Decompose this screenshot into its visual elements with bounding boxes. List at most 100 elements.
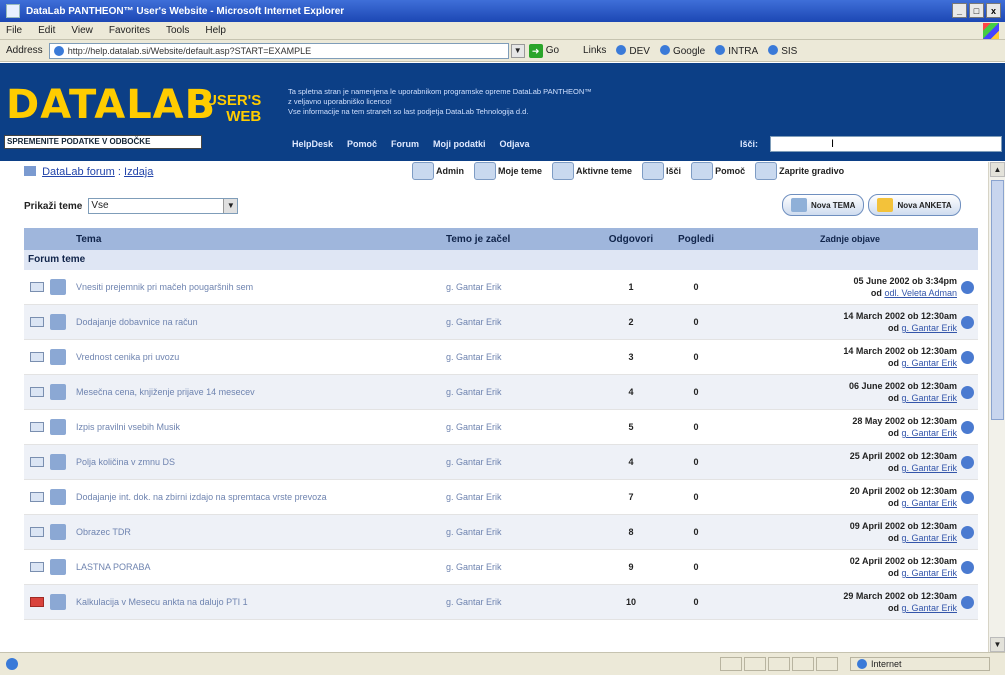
topic-link[interactable]: Mesečna cena, knjiženje prijave 14 mesec… xyxy=(76,386,446,399)
table-row[interactable]: Dodajanje dobavnice na račun g. Gantar Er… xyxy=(24,305,978,340)
toolbar-help[interactable]: Pomoč xyxy=(691,162,745,180)
author-link[interactable]: g. Gantar Erik xyxy=(446,387,596,397)
table-row[interactable]: Polja količina v zmnu DS g. Gantar Erik 4 0… xyxy=(24,445,978,480)
table-row[interactable]: Vnesiti prejemnik pri mačeh pougaršnih s… xyxy=(24,270,978,305)
topic-link[interactable]: Izpis pravilni vsebih Musik xyxy=(76,421,446,434)
last-post-author-link[interactable]: g. Gantar Erik xyxy=(901,498,957,508)
last-post-author-link[interactable]: g. Gantar Erik xyxy=(901,428,957,438)
minimize-button[interactable]: _ xyxy=(952,3,967,18)
go-to-last-post-icon[interactable] xyxy=(961,315,974,329)
table-row[interactable]: LASTNA PORABA g. Gantar Erik 9 0 02 April 20… xyxy=(24,550,978,585)
go-button[interactable]: ➜ Go xyxy=(528,43,559,58)
nav-moji-podatki[interactable]: Moji podatki xyxy=(433,139,486,149)
menu-help[interactable]: Help xyxy=(205,25,226,36)
topic-link[interactable]: Vnesiti prejemnik pri mačeh pougaršnih s… xyxy=(76,281,446,294)
link-intra[interactable]: INTRA xyxy=(715,45,758,57)
menu-favorites[interactable]: Favorites xyxy=(109,25,150,36)
menu-view[interactable]: View xyxy=(71,25,93,36)
go-to-last-post-icon[interactable] xyxy=(961,455,974,469)
go-to-last-post-icon[interactable] xyxy=(961,350,974,364)
last-post-author-link[interactable]: g. Gantar Erik xyxy=(901,463,957,473)
col-header-author[interactable]: Temo je začel xyxy=(446,234,596,245)
author-link[interactable]: g. Gantar Erik xyxy=(446,457,596,467)
col-header-last-post[interactable]: Zadnje objave xyxy=(726,233,978,245)
author-link[interactable]: g. Gantar Erik xyxy=(446,562,596,572)
author-link[interactable]: g. Gantar Erik xyxy=(446,422,596,432)
go-to-last-post-icon[interactable] xyxy=(961,420,974,434)
nav-forum[interactable]: Forum xyxy=(391,139,419,149)
go-to-last-post-icon[interactable] xyxy=(961,560,974,574)
last-post-author-link[interactable]: g. Gantar Erik xyxy=(901,358,957,368)
last-post-author-link[interactable]: g. Gantar Erik xyxy=(901,568,957,578)
last-post-author-link[interactable]: g. Gantar Erik xyxy=(901,533,957,543)
author-link[interactable]: g. Gantar Erik xyxy=(446,527,596,537)
filter-select[interactable]: Vse ▼ xyxy=(88,198,239,214)
topic-link[interactable]: Vrednost cenika pri uvozu xyxy=(76,351,446,364)
forum-toolbar: Admin Moje teme Aktivne teme Išči Pomoč … xyxy=(412,162,844,180)
toolbar-active-topics[interactable]: Aktivne teme xyxy=(552,162,632,180)
new-topic-button[interactable]: Nova TEMA xyxy=(782,194,865,216)
menu-tools[interactable]: Tools xyxy=(166,25,189,36)
author-link[interactable]: g. Gantar Erik xyxy=(446,282,596,292)
toolbar-close[interactable]: Zaprite gradivo xyxy=(755,162,844,180)
envelope-icon xyxy=(30,387,44,397)
go-to-last-post-icon[interactable] xyxy=(961,595,974,609)
author-link[interactable]: g. Gantar Erik xyxy=(446,317,596,327)
table-row[interactable]: Dodajanje int. dok. na zbirni izdajo na … xyxy=(24,480,978,515)
author-link[interactable]: g. Gantar Erik xyxy=(446,492,596,502)
col-header-replies[interactable]: Odgovori xyxy=(596,234,666,245)
maximize-button[interactable]: □ xyxy=(969,3,984,18)
last-post-by-prefix: od xyxy=(887,323,899,333)
nav-odjava[interactable]: Odjava xyxy=(500,139,530,149)
table-row[interactable]: Kalkulacija v Mesecu ankta na dalujo PTI… xyxy=(24,585,978,620)
col-header-views[interactable]: Pogledi xyxy=(666,234,726,245)
last-post-author-link[interactable]: g. Gantar Erik xyxy=(901,393,957,403)
go-to-last-post-icon[interactable] xyxy=(961,385,974,399)
breadcrumb-root-link[interactable]: DataLab forum xyxy=(42,166,115,178)
table-row[interactable]: Izpis pravilni vsebih Musik g. Gantar Eri… xyxy=(24,410,978,445)
toolbar-my-topics[interactable]: Moje teme xyxy=(474,162,542,180)
table-row[interactable]: Mesečna cena, knjiženje prijave 14 mesec… xyxy=(24,375,978,410)
topic-link[interactable]: LASTNA PORABA xyxy=(76,561,446,574)
topic-link[interactable]: Obrazec TDR xyxy=(76,526,446,539)
topic-link[interactable]: Dodajanje dobavnice na račun xyxy=(76,316,446,329)
text-cursor-icon: I xyxy=(831,138,835,150)
nav-pomoc[interactable]: Pomoč xyxy=(347,139,377,149)
vertical-scrollbar[interactable]: ▲ ▼ xyxy=(988,162,1005,652)
address-dropdown-button[interactable]: ▼ xyxy=(510,43,525,58)
toolbar-search[interactable]: Išči xyxy=(642,162,681,180)
breadcrumb-current-link[interactable]: Izdaja xyxy=(124,166,153,178)
last-post-author-link[interactable]: g. Gantar Erik xyxy=(901,323,957,333)
search-input[interactable]: I xyxy=(770,136,1002,152)
last-post-author-link[interactable]: g. Gantar Erik xyxy=(901,603,957,613)
scroll-up-icon[interactable]: ▲ xyxy=(990,162,1005,177)
address-input[interactable]: http://help.datalab.si/Website/default.a… xyxy=(48,42,509,59)
go-to-last-post-icon[interactable] xyxy=(961,280,974,294)
scroll-down-icon[interactable]: ▼ xyxy=(990,637,1005,652)
table-row[interactable]: Vrednost cenika pri uvozu g. Gantar Erik 3… xyxy=(24,340,978,375)
toolbar-admin[interactable]: Admin xyxy=(412,162,464,180)
datalab-logo[interactable]: DATALAB xyxy=(6,85,216,125)
last-post-date: 14 March 2002 ob 12:30am xyxy=(843,311,957,321)
link-google[interactable]: Google xyxy=(660,45,705,57)
nav-helpdesk[interactable]: HelpDesk xyxy=(292,139,333,149)
menu-file[interactable]: File xyxy=(6,25,22,36)
scroll-thumb[interactable] xyxy=(991,180,1004,420)
col-header-topic[interactable]: Tema xyxy=(76,233,446,246)
new-poll-button[interactable]: Nova ANKETA xyxy=(868,194,961,216)
close-button[interactable]: x xyxy=(986,3,1001,18)
author-link[interactable]: g. Gantar Erik xyxy=(446,352,596,362)
topic-link[interactable]: Polja količina v zmnu DS xyxy=(76,456,446,469)
topic-link[interactable]: Kalkulacija v Mesecu ankta na dalujo PTI… xyxy=(76,596,446,609)
menu-edit[interactable]: Edit xyxy=(38,25,55,36)
last-post-author-link[interactable]: odl. Veleta Adman xyxy=(884,288,957,298)
go-to-last-post-icon[interactable] xyxy=(961,490,974,504)
last-post-date: 29 March 2002 ob 12:30am xyxy=(843,591,957,601)
topic-link[interactable]: Dodajanje int. dok. na zbirni izdajo na … xyxy=(76,491,446,504)
author-link[interactable]: g. Gantar Erik xyxy=(446,597,596,607)
table-row[interactable]: Obrazec TDR g. Gantar Erik 8 0 09 April 2002… xyxy=(24,515,978,550)
new-topic-label: Nova TEMA xyxy=(811,200,856,210)
go-to-last-post-icon[interactable] xyxy=(961,525,974,539)
link-dev[interactable]: DEV xyxy=(616,45,650,57)
link-sis[interactable]: SIS xyxy=(768,45,797,57)
